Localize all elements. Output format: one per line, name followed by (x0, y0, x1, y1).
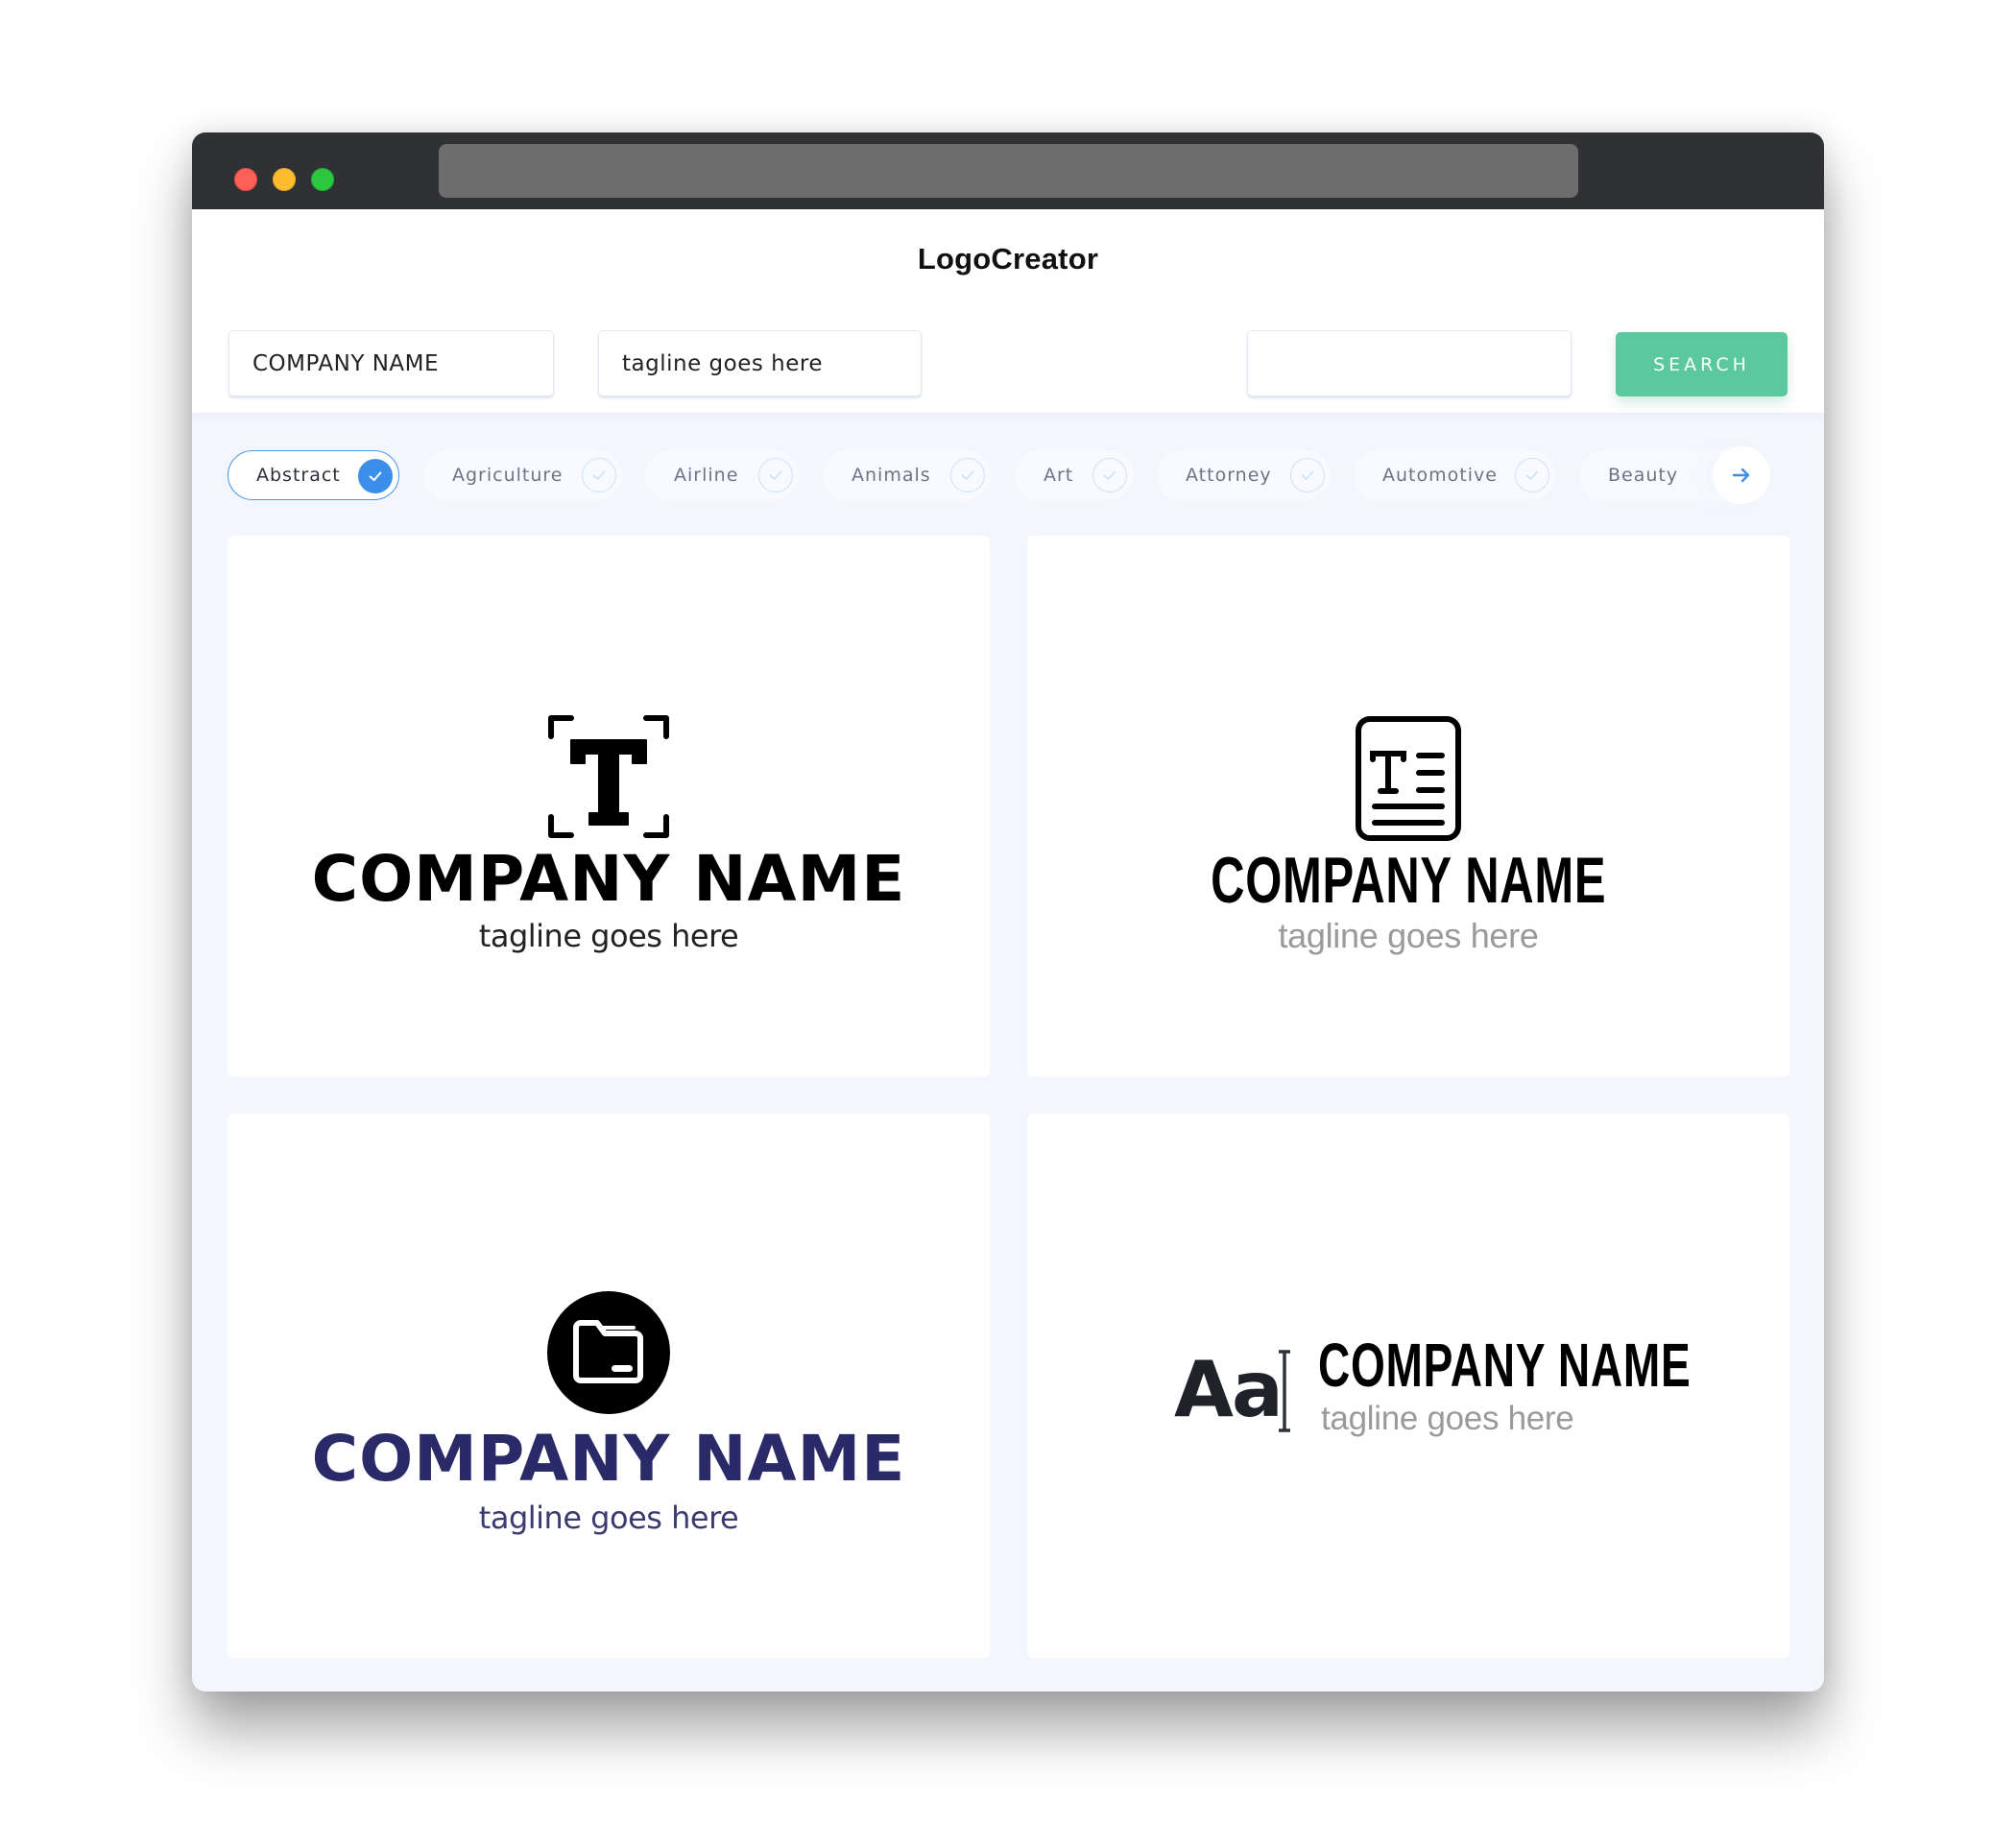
search-button[interactable]: SEARCH (1616, 332, 1788, 396)
site-header: LogoCreator (192, 209, 1824, 308)
category-label: Automotive (1382, 465, 1498, 486)
check-icon (1515, 458, 1549, 492)
category-label: Animals (852, 465, 931, 486)
check-icon (582, 458, 616, 492)
aa-glyph: Aa (1174, 1345, 1284, 1434)
title-bar (192, 132, 1824, 209)
tagline-text: tagline goes here (1321, 1400, 1574, 1437)
check-icon (758, 458, 793, 492)
font-aa-cursor-icon: Aa (1174, 1342, 1299, 1438)
tagline-text: tagline goes here (478, 1500, 739, 1536)
category-chip-agriculture[interactable]: Agriculture (423, 450, 622, 500)
logo-card[interactable]: COMPANY NAME tagline goes here (228, 536, 990, 1077)
brand-logo[interactable]: LogoCreator (918, 242, 1098, 276)
company-name-text: COMPANY NAME (1318, 1331, 1692, 1400)
search-bar: COMPANY NAME tagline goes here SEARCH (192, 308, 1824, 413)
logo-lockup: Aa COMPANY NAME tagline goes here (1174, 1331, 1692, 1459)
category-label: Airline (674, 465, 739, 486)
logo-card[interactable]: COMPANY NAME tagline goes here (228, 1114, 990, 1658)
category-chip-abstract[interactable]: Abstract (228, 450, 399, 500)
logo-card[interactable]: COMPANY NAME tagline goes here (1027, 536, 1789, 1077)
logo-card[interactable]: Aa COMPANY NAME tagline goes here (1027, 1114, 1789, 1658)
category-chip-attorney[interactable]: Attorney (1157, 450, 1331, 500)
category-label: Beauty (1608, 465, 1679, 486)
category-label: Abstract (256, 465, 341, 486)
company-name-text: COMPANY NAME (1210, 844, 1607, 917)
category-label: Art (1044, 465, 1074, 486)
text-frame-icon (548, 715, 669, 838)
category-chip-animals[interactable]: Animals (823, 450, 991, 500)
category-label: Attorney (1186, 465, 1272, 486)
maximize-window-button[interactable] (311, 168, 334, 191)
address-bar[interactable] (439, 144, 1578, 198)
arrow-right-icon (1732, 468, 1750, 483)
next-categories-button[interactable] (1713, 446, 1770, 504)
tagline-input[interactable]: tagline goes here (598, 330, 922, 396)
check-icon (1290, 458, 1325, 492)
check-icon (950, 458, 985, 492)
category-chip-airline[interactable]: Airline (645, 450, 799, 500)
company-name-input[interactable]: COMPANY NAME (228, 330, 554, 396)
folder-circle-icon (547, 1291, 670, 1414)
browser-window: LogoCreator COMPANY NAME tagline goes he… (192, 132, 1824, 1692)
keyword-input[interactable] (1247, 330, 1572, 396)
category-chip-art[interactable]: Art (1015, 450, 1133, 500)
check-icon (358, 459, 393, 493)
category-filter-bar: Abstract Agriculture Airline Animals Art (192, 446, 1824, 504)
tagline-text: tagline goes here (478, 918, 739, 954)
close-window-button[interactable] (234, 168, 257, 191)
text-document-icon (1356, 716, 1461, 841)
company-name-text: COMPANY NAME (311, 1422, 906, 1496)
text-cursor-icon (1279, 1350, 1290, 1432)
category-label: Agriculture (452, 465, 564, 486)
minimize-window-button[interactable] (273, 168, 296, 191)
category-chip-automotive[interactable]: Automotive (1354, 450, 1555, 500)
check-icon (1092, 458, 1127, 492)
tagline-text: tagline goes here (1278, 916, 1539, 955)
company-name-text: COMPANY NAME (311, 842, 906, 916)
